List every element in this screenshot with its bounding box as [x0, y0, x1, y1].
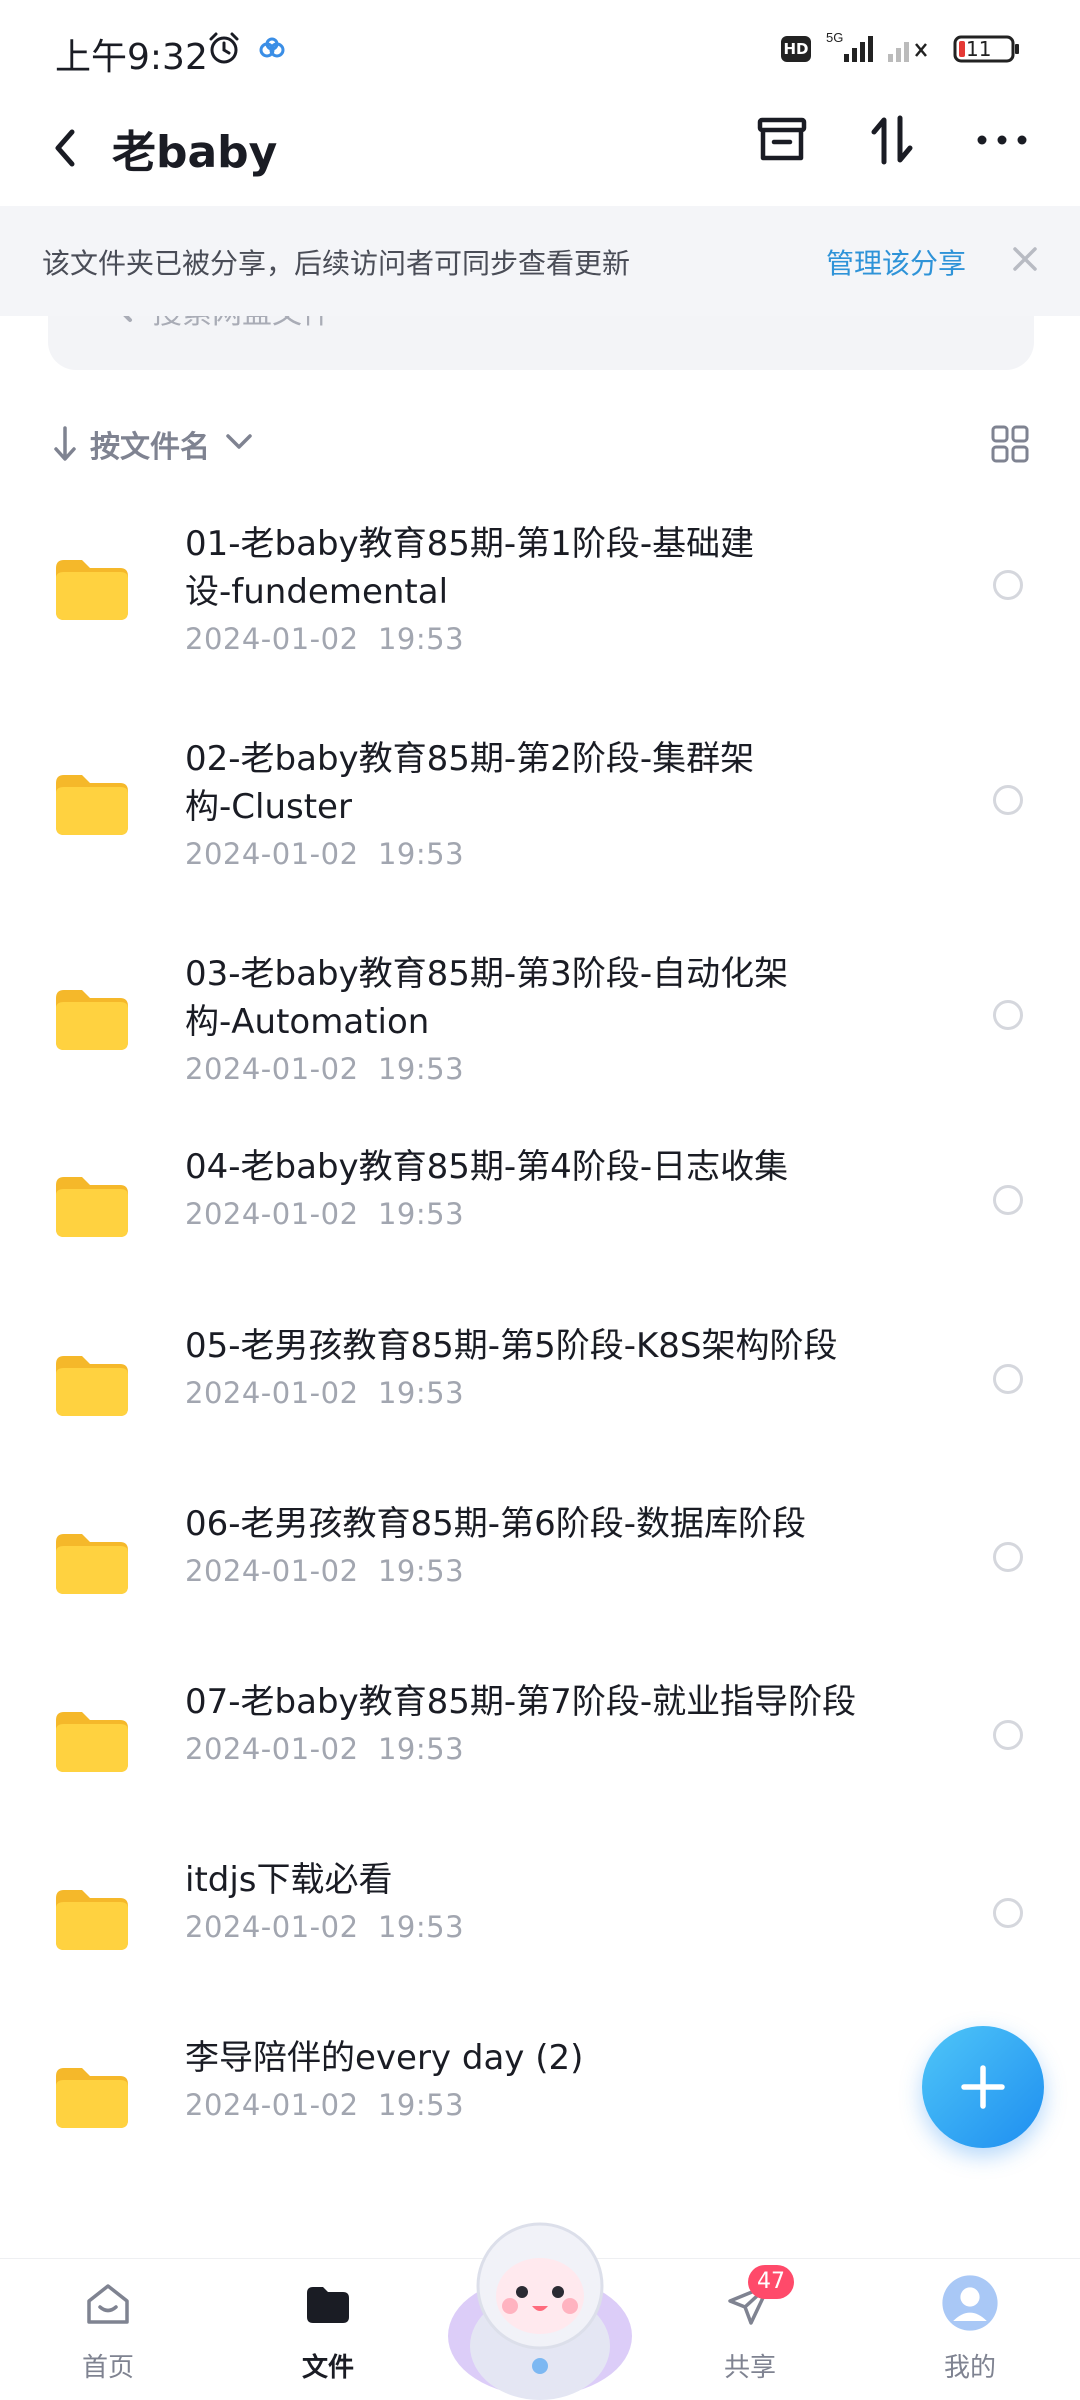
screen: 上午9:32 HD 5G 11 老baby 该文件夹已被分享，后续访问者可同步查…: [0, 0, 1080, 2400]
select-checkbox[interactable]: [993, 1542, 1023, 1572]
transfer-icon[interactable]: [862, 110, 922, 170]
file-name-line: 06-老男孩教育85期-第6阶段-数据库阶段: [185, 1504, 806, 1544]
archive-box-icon: [757, 117, 807, 161]
nav-files[interactable]: 文件: [258, 2259, 398, 2400]
file-name-line: itdjs下载必看: [185, 1860, 393, 1900]
file-name-line: 03-老baby教育85期-第3阶段-自动化架: [185, 954, 789, 994]
status-time: 上午9:32: [55, 37, 208, 78]
share-notice-banner: 该文件夹已被分享，后续访问者可同步查看更新 管理该分享: [0, 206, 1080, 316]
select-checkbox[interactable]: [993, 1185, 1023, 1215]
select-checkbox[interactable]: [993, 570, 1023, 600]
file-name-line: 05-老男孩教育85期-第5阶段-K8S架构阶段: [185, 1326, 838, 1366]
sort-by-name-button[interactable]: 按文件名: [90, 422, 210, 466]
file-row[interactable]: 02-老baby教育85期-第2阶段-集群架 构-Cluster 2024-01-0…: [0, 735, 1080, 915]
folder-icon: [56, 560, 128, 620]
signal-strength-icon: 5G: [826, 30, 927, 62]
nav-mine[interactable]: 我的: [900, 2259, 1040, 2400]
select-checkbox[interactable]: [993, 1898, 1023, 1928]
home-icon: [87, 2284, 129, 2324]
grid-view-icon[interactable]: [990, 424, 1030, 464]
file-date: 2024-01-02 19:53: [185, 837, 465, 871]
file-name-line: 构-Automation: [185, 1002, 430, 1042]
file-row[interactable]: 05-老男孩教育85期-第5阶段-K8S架构阶段 2024-01-02 19:53: [0, 1322, 1080, 1442]
file-name: 02-老baby教育85期-第2阶段-集群架 构-Cluster: [185, 735, 945, 831]
folder-icon: [56, 990, 128, 1050]
file-name: 李导陪伴的every day (2): [185, 2034, 945, 2082]
manage-share-link[interactable]: 管理该分享: [826, 242, 966, 282]
nav-mine-label: 我的: [943, 2353, 996, 2383]
nav-files-label: 文件: [301, 2353, 354, 2383]
file-row[interactable]: 李导陪伴的every day (2) 2024-01-02 19:53: [0, 2034, 1080, 2154]
avatar-icon: [942, 2275, 998, 2331]
folder-icon: [56, 2068, 128, 2128]
select-checkbox[interactable]: [993, 1364, 1023, 1394]
file-date: 2024-01-02 19:53: [185, 1376, 465, 1410]
folder-icon: [56, 1177, 128, 1237]
file-name: 07-老baby教育85期-第7阶段-就业指导阶段: [185, 1678, 945, 1726]
file-date: 2024-01-02 19:53: [185, 1554, 465, 1588]
file-name: 04-老baby教育85期-第4阶段-日志收集: [185, 1143, 945, 1191]
file-row[interactable]: 06-老男孩教育85期-第6阶段-数据库阶段 2024-01-02 19:53: [0, 1500, 1080, 1620]
folder-icon: [56, 1534, 128, 1594]
file-date: 2024-01-02 19:53: [185, 622, 465, 656]
file-name: 06-老男孩教育85期-第6阶段-数据库阶段: [185, 1500, 945, 1548]
file-row[interactable]: 01-老baby教育85期-第1阶段-基础建 设-fundemental 2024-…: [0, 520, 1080, 700]
sort-direction-icon[interactable]: [52, 424, 78, 464]
file-name-line: 04-老baby教育85期-第4阶段-日志收集: [185, 1147, 789, 1187]
battery-level: 11: [966, 37, 992, 61]
file-date: 2024-01-02 19:53: [185, 1052, 465, 1086]
baidu-cloud-small-icon: [259, 37, 285, 58]
back-arrow-icon[interactable]: [46, 120, 82, 176]
mascot-assistant-icon[interactable]: [444, 2206, 636, 2400]
plus-icon: [961, 2065, 1005, 2109]
nav-share-label: 共享: [723, 2353, 776, 2383]
file-date: 2024-01-02 19:53: [185, 1732, 465, 1766]
file-row[interactable]: itdjs下载必看 2024-01-02 19:53: [0, 1856, 1080, 1976]
file-name-line: 07-老baby教育85期-第7阶段-就业指导阶段: [185, 1682, 857, 1722]
nav-share[interactable]: 47 共享: [680, 2259, 820, 2400]
add-button[interactable]: [922, 2026, 1044, 2148]
network-type-label: 5G: [826, 30, 843, 45]
share-notice-text: 该文件夹已被分享，后续访问者可同步查看更新: [42, 247, 631, 280]
file-name-line: 构-Cluster: [185, 787, 352, 827]
file-name: 01-老baby教育85期-第1阶段-基础建 设-fundemental: [185, 520, 945, 616]
status-bar: 上午9:32 HD 5G 11: [0, 0, 1080, 96]
file-name: itdjs下载必看: [185, 1856, 945, 1904]
nav-home[interactable]: 首页: [38, 2259, 178, 2400]
folder-icon: [56, 1356, 128, 1416]
file-name: 03-老baby教育85期-第3阶段-自动化架 构-Automation: [185, 950, 945, 1046]
folder-icon: [56, 775, 128, 835]
folder-icon: [56, 1712, 128, 1772]
app-header: 老baby: [0, 96, 1080, 206]
file-row[interactable]: 07-老baby教育85期-第7阶段-就业指导阶段 2024-01-02 19:5…: [0, 1678, 1080, 1798]
file-name: 05-老男孩教育85期-第5阶段-K8S架构阶段: [185, 1322, 945, 1370]
file-row[interactable]: 03-老baby教育85期-第3阶段-自动化架 构-Automation 2024-…: [0, 950, 1080, 1130]
sort-bar: 按文件名: [0, 410, 1080, 478]
file-name-line: 02-老baby教育85期-第2阶段-集群架: [185, 739, 755, 779]
file-date: 2024-01-02 19:53: [185, 1197, 465, 1231]
close-icon[interactable]: [1010, 244, 1040, 274]
share-count-badge: 47: [748, 2265, 794, 2299]
folder-icon: [56, 1890, 128, 1950]
more-options-icon[interactable]: [972, 110, 1032, 170]
page-title: 老baby: [112, 127, 278, 178]
file-row[interactable]: 04-老baby教育85期-第4阶段-日志收集 2024-01-02 19:53: [0, 1143, 1080, 1263]
select-checkbox[interactable]: [993, 1000, 1023, 1030]
folder-filled-icon: [307, 2287, 349, 2323]
hd-badge: HD: [781, 36, 811, 62]
file-name-line: 01-老baby教育85期-第1阶段-基础建: [185, 524, 755, 564]
archive-button[interactable]: [752, 110, 812, 170]
alarm-clock-icon: [209, 32, 239, 64]
chevron-down-icon[interactable]: [224, 430, 254, 454]
file-name-line: 设-fundemental: [185, 572, 449, 612]
select-checkbox[interactable]: [993, 1720, 1023, 1750]
file-date: 2024-01-02 19:53: [185, 2088, 465, 2122]
file-name-line: 李导陪伴的every day (2): [185, 2038, 584, 2078]
select-checkbox[interactable]: [993, 785, 1023, 815]
file-date: 2024-01-02 19:53: [185, 1910, 465, 1944]
nav-home-label: 首页: [81, 2353, 134, 2383]
